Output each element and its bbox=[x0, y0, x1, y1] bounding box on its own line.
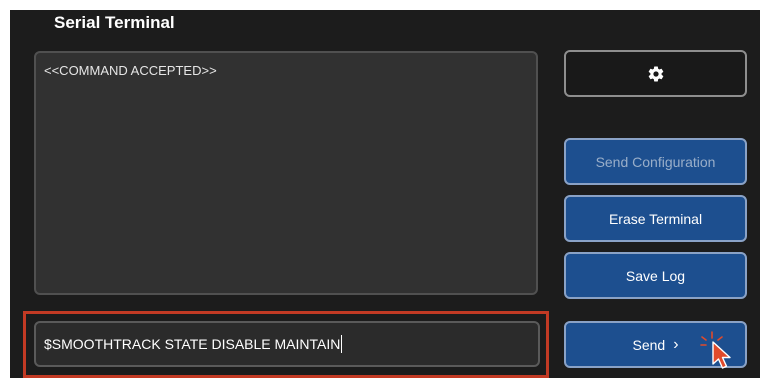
erase-terminal-label: Erase Terminal bbox=[608, 210, 703, 227]
save-log-button[interactable]: Save Log bbox=[564, 252, 747, 299]
send-label: Send bbox=[632, 336, 666, 353]
terminal-output[interactable]: <<COMMAND ACCEPTED>> bbox=[34, 51, 538, 295]
click-cursor-icon bbox=[700, 331, 731, 369]
erase-terminal-button[interactable]: Erase Terminal bbox=[564, 195, 747, 242]
settings-button[interactable] bbox=[564, 50, 747, 97]
terminal-line: <<COMMAND ACCEPTED>> bbox=[44, 63, 217, 78]
chevron-right-icon: › bbox=[673, 335, 679, 353]
serial-terminal-window: Serial Terminal <<COMMAND ACCEPTED>> Sen… bbox=[10, 10, 760, 378]
save-log-label: Save Log bbox=[625, 267, 686, 284]
text-cursor bbox=[341, 335, 342, 353]
send-configuration-label: Send Configuration bbox=[595, 153, 716, 170]
page-title: Serial Terminal bbox=[54, 13, 175, 32]
gear-icon bbox=[648, 65, 663, 81]
send-configuration-button[interactable]: Send Configuration bbox=[564, 138, 747, 185]
command-input[interactable] bbox=[34, 321, 540, 367]
